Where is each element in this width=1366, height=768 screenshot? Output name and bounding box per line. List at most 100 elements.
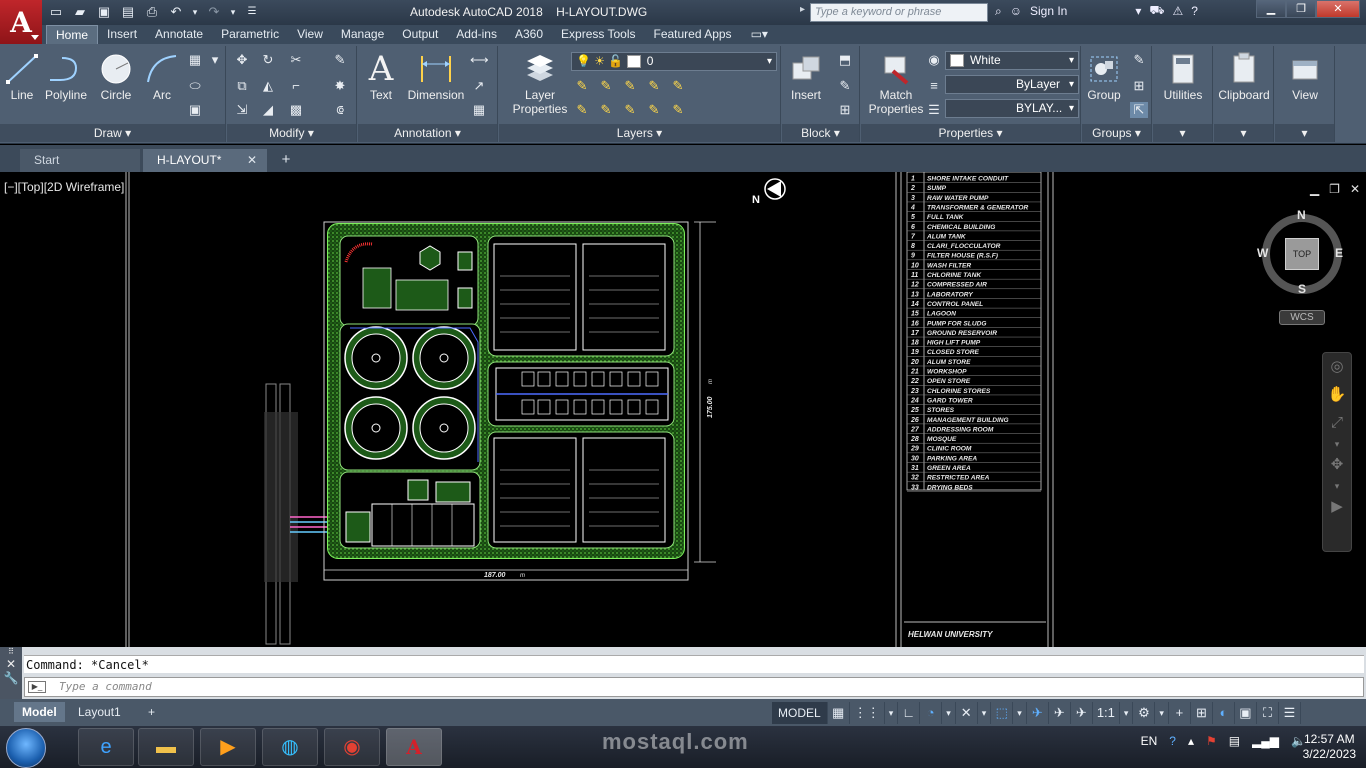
- mirror-icon[interactable]: ◭: [259, 78, 277, 94]
- move-icon[interactable]: ✥: [233, 52, 251, 68]
- system-clock[interactable]: 12:57 AM 3/22/2023: [1303, 732, 1356, 762]
- add-layout-button[interactable]: +: [140, 702, 163, 722]
- edge-icon[interactable]: ◍: [262, 728, 318, 766]
- ellipse-icon[interactable]: ⬭: [186, 78, 204, 94]
- erase-icon[interactable]: ✎: [331, 52, 349, 68]
- file-explorer-icon[interactable]: ▬: [138, 728, 194, 766]
- compass-north[interactable]: N: [1297, 208, 1306, 222]
- search-expand-icon[interactable]: ▸: [800, 4, 805, 15]
- utilities-dropdown[interactable]: ▾: [1153, 124, 1212, 142]
- color-dropdown[interactable]: White: [945, 51, 1079, 70]
- signal-icon[interactable]: ▂▄▆: [1252, 734, 1279, 748]
- layer-freeze-icon[interactable]: ✎: [621, 78, 639, 94]
- units-icon[interactable]: ⊞: [1191, 702, 1213, 724]
- tab-add-ins[interactable]: Add-ins: [447, 25, 506, 44]
- snap-icon[interactable]: ⋮⋮: [850, 702, 885, 724]
- object-snap-icon[interactable]: ⬚: [991, 702, 1014, 724]
- undo-icon[interactable]: ↶: [166, 3, 186, 21]
- block-panel-title[interactable]: Block ▾: [782, 124, 859, 142]
- group-selection-icon[interactable]: ⇱: [1130, 102, 1148, 118]
- sign-in-link[interactable]: Sign In: [1030, 4, 1067, 18]
- customize-qat-icon[interactable]: ☰: [242, 3, 262, 21]
- modify-panel-title[interactable]: Modify ▾: [227, 124, 356, 142]
- sign-in-dropdown-icon[interactable]: ▾: [1135, 4, 1141, 18]
- group-edit-icon[interactable]: ⊞: [1130, 78, 1148, 94]
- orbit-icon[interactable]: ✥: [1323, 451, 1351, 479]
- plot-icon[interactable]: ⎙: [142, 3, 162, 21]
- ortho-icon[interactable]: ∟: [898, 702, 921, 724]
- rotate-icon[interactable]: ↻: [259, 52, 277, 68]
- unlock-icon[interactable]: ✎: [645, 102, 663, 118]
- close-button[interactable]: ✕: [1316, 0, 1360, 18]
- tab-a360[interactable]: A360: [506, 25, 552, 44]
- wrench-icon[interactable]: 🔧: [0, 671, 22, 685]
- tab-model[interactable]: Model: [14, 702, 65, 722]
- internet-explorer-icon[interactable]: e: [78, 728, 134, 766]
- tab-parametric[interactable]: Parametric: [212, 25, 288, 44]
- leader-icon[interactable]: ↗: [470, 78, 488, 94]
- group-tool[interactable]: Group: [1076, 50, 1132, 102]
- layer-previous-icon[interactable]: ✎: [669, 102, 687, 118]
- tab-h-layout[interactable]: H-LAYOUT* ✕: [143, 149, 267, 172]
- plus-icon[interactable]: +: [1169, 702, 1191, 724]
- tab-output[interactable]: Output: [393, 25, 447, 44]
- viewport-controls-label[interactable]: [−][Top][2D Wireframe]: [4, 180, 124, 194]
- annotation-scale-value[interactable]: 1:1: [1093, 702, 1120, 724]
- tab-layout1[interactable]: Layout1: [70, 702, 129, 722]
- redo-icon[interactable]: ↷: [204, 3, 224, 21]
- layers-panel-title[interactable]: Layers ▾: [499, 124, 780, 142]
- cart-icon[interactable]: ⛟: [1149, 3, 1164, 19]
- tab-home[interactable]: Home: [46, 25, 99, 44]
- layer-lock-icon[interactable]: ✎: [645, 78, 663, 94]
- help-tray-icon[interactable]: ?: [1169, 734, 1176, 748]
- viewcube[interactable]: TOP N S E W: [1257, 208, 1346, 308]
- open-file-icon[interactable]: ▰: [70, 3, 90, 21]
- hatch-icon[interactable]: ▦: [186, 52, 204, 68]
- workspace-gear-icon[interactable]: ⚙: [1133, 702, 1156, 724]
- draw-dropdown-icon[interactable]: ▾: [206, 52, 224, 68]
- attribute-icon[interactable]: ⊞: [836, 102, 854, 118]
- zoom-dropdown-icon[interactable]: ▾: [1323, 437, 1351, 451]
- tab-manage[interactable]: Manage: [332, 25, 393, 44]
- command-close-icon[interactable]: ✕: [0, 657, 22, 671]
- text-tool[interactable]: A Text: [356, 49, 406, 102]
- action-center-icon[interactable]: ⚑: [1206, 734, 1217, 748]
- tab-start[interactable]: Start: [20, 149, 140, 172]
- explode-icon[interactable]: ✸: [331, 78, 349, 94]
- layer-isolate-icon[interactable]: ✎: [597, 78, 615, 94]
- compass-east[interactable]: E: [1335, 246, 1343, 260]
- language-indicator[interactable]: EN: [1141, 734, 1158, 748]
- polyline-tool[interactable]: Polyline: [38, 50, 94, 102]
- wcs-dropdown[interactable]: WCS: [1279, 310, 1325, 325]
- customize-status-icon[interactable]: ☰: [1279, 702, 1301, 724]
- ungroup-icon[interactable]: ✎: [1130, 52, 1148, 68]
- chrome-icon[interactable]: ◉: [324, 728, 380, 766]
- start-button-icon[interactable]: [6, 728, 46, 768]
- insert-block-tool[interactable]: Insert: [778, 50, 834, 102]
- new-tab-button[interactable]: +: [276, 151, 296, 169]
- save-icon[interactable]: ▣: [94, 3, 114, 21]
- scale-icon[interactable]: ◢: [259, 102, 277, 118]
- polar-dropdown-icon[interactable]: ▾: [942, 702, 956, 724]
- close-tab-icon[interactable]: ✕: [247, 149, 257, 172]
- media-player-icon[interactable]: ▶: [200, 728, 256, 766]
- user-icon[interactable]: ☺: [1010, 4, 1022, 18]
- make-current-icon[interactable]: ✎: [573, 102, 591, 118]
- osnap-dropdown-icon[interactable]: ▾: [1013, 702, 1027, 724]
- workspace-dropdown-icon[interactable]: ▾: [1155, 702, 1169, 724]
- drawing-area[interactable]: 187.00 m 175.00 m N 1 SHORE INTAKE CONDUI…: [0, 172, 1366, 647]
- exchange-icon[interactable]: ⚠: [1173, 4, 1184, 18]
- edit-block-icon[interactable]: ✎: [836, 78, 854, 94]
- grid-icon[interactable]: ▦: [828, 702, 850, 724]
- utilities-tool[interactable]: Utilities: [1155, 50, 1211, 102]
- linetype-dropdown[interactable]: ByLayer: [945, 75, 1079, 94]
- application-menu-button[interactable]: A: [0, 0, 42, 44]
- clean-screen-icon[interactable]: ⛶: [1257, 702, 1279, 724]
- undo-dropdown-icon[interactable]: ▾: [190, 3, 200, 21]
- layer-dropdown[interactable]: 💡 ☀ 🔓 0: [571, 52, 777, 71]
- steering-wheel-icon[interactable]: ◎: [1323, 353, 1351, 381]
- thaw-all-icon[interactable]: ✎: [621, 102, 639, 118]
- showmotion-icon[interactable]: ▶: [1323, 493, 1351, 521]
- tab-annotate[interactable]: Annotate: [146, 25, 212, 44]
- scale-dropdown-icon[interactable]: ▾: [1120, 702, 1134, 724]
